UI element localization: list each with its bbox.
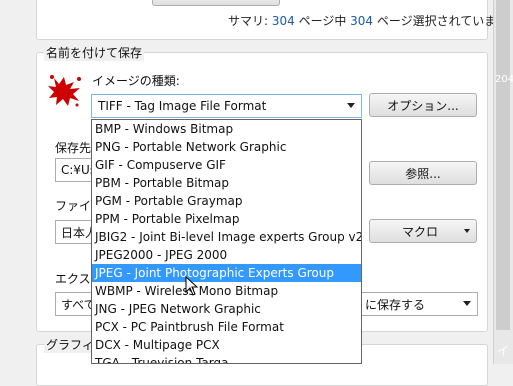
- scrollbar-thumb[interactable]: [496, 0, 510, 330]
- graphics-group-title: グラフィ: [44, 336, 96, 353]
- file-name-field[interactable]: 日本人: [55, 220, 95, 244]
- chevron-down-icon: [463, 301, 471, 306]
- summary-page-count: 304: [271, 14, 295, 28]
- file-name-label: ファイ: [55, 199, 92, 213]
- export-select-left[interactable]: すべて: [55, 292, 95, 316]
- image-type-select[interactable]: TIFF - Tag Image File Format: [91, 94, 362, 118]
- dropdown-option[interactable]: JBIG2 - Joint Bi-level Image experts Gro…: [92, 228, 361, 246]
- chevron-down-icon: [347, 103, 355, 108]
- dropdown-option[interactable]: PBM - Portable Bitmap: [92, 174, 361, 192]
- image-type-value: TIFF - Tag Image File Format: [98, 99, 267, 113]
- dropdown-option[interactable]: TGA - Truevision Targa: [92, 354, 361, 363]
- dropdown-option[interactable]: PGM - Portable Graymap: [92, 192, 361, 210]
- dropdown-option[interactable]: GIF - Compuserve GIF: [92, 156, 361, 174]
- chevron-down-icon: [464, 229, 470, 233]
- dropdown-option[interactable]: JNG - JPEG Network Graphic: [92, 300, 361, 318]
- right-fragment-top: 204: [495, 74, 513, 85]
- summary-text: サマリ: 304 ページ中 304 ページ選択されています: [228, 14, 509, 28]
- macro-button[interactable]: マクロ: [369, 219, 477, 243]
- export-select-right[interactable]: に保存する: [360, 292, 478, 316]
- dropdown-option[interactable]: PNG - Portable Network Graphic: [92, 138, 361, 156]
- dropdown-option[interactable]: JPEG - Joint Photographic Experts Group: [92, 264, 361, 282]
- dropdown-option[interactable]: DCX - Multipage PCX: [92, 336, 361, 354]
- image-type-label: イメージの種類:: [92, 74, 180, 88]
- dropdown-option[interactable]: JPEG2000 - JPEG 2000: [92, 246, 361, 264]
- right-fragment-bottom: イ: [497, 344, 510, 358]
- splat-icon: [48, 75, 81, 107]
- summary-selected-count: 304: [350, 14, 374, 28]
- dropdown-option[interactable]: PPM - Portable Pixelmap: [92, 210, 361, 228]
- options-button[interactable]: オプション...: [369, 93, 477, 117]
- save-location-label: 保存先: [55, 141, 92, 155]
- browse-button[interactable]: 参照...: [369, 161, 477, 185]
- dropdown-option[interactable]: WBMP - Wireless Mono Bitmap: [92, 282, 361, 300]
- dropdown-option[interactable]: PCX - PC Paintbrush File Format: [92, 318, 361, 336]
- save-location-field[interactable]: C:¥Us: [55, 158, 95, 182]
- dropdown-option[interactable]: BMP - Windows Bitmap: [92, 120, 361, 138]
- image-type-dropdown-list[interactable]: BMP - Windows Bitmap PNG - Portable Netwo…: [91, 119, 362, 364]
- save-as-group-title: 名前を付けて保存: [44, 44, 145, 61]
- mouse-cursor-icon: [185, 276, 199, 296]
- vertical-scrollbar[interactable]: [493, 0, 513, 364]
- export-label: エクス: [55, 272, 91, 286]
- top-button[interactable]: [152, 0, 280, 6]
